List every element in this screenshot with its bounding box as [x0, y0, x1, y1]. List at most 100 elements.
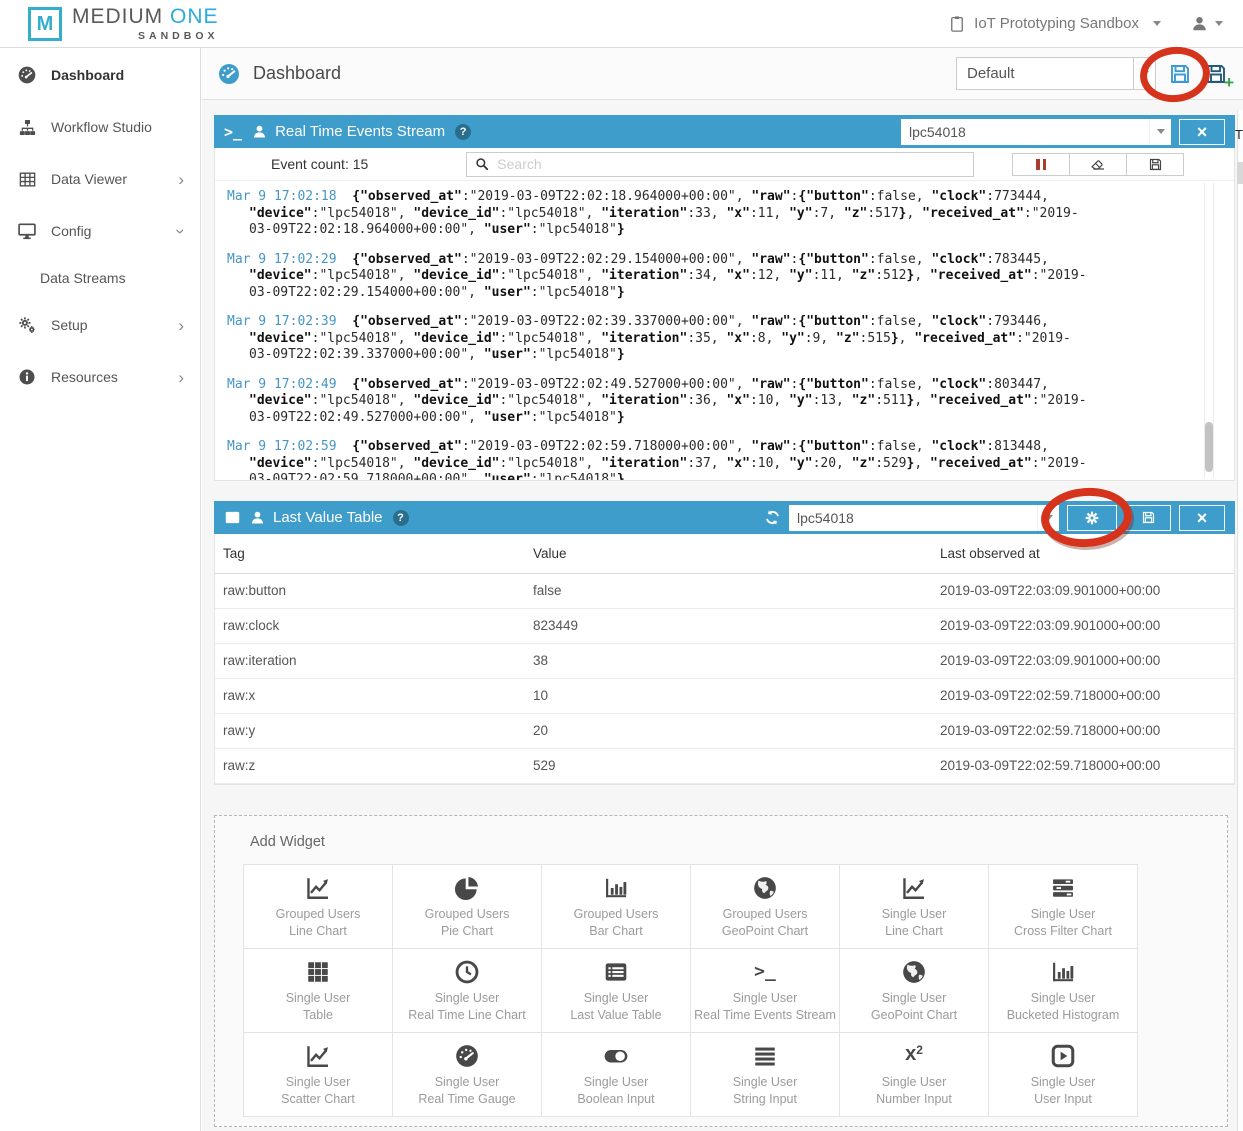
sidebar-item-data-viewer[interactable]: Data Viewer › — [0, 153, 200, 205]
widget-option-single-user-table[interactable]: Single UserTable — [243, 948, 393, 1033]
play-box-icon — [1050, 1043, 1076, 1069]
widget-option-single-user-scatter-chart[interactable]: Single UserScatter Chart — [243, 1032, 393, 1117]
table-settings-button[interactable] — [1067, 505, 1117, 531]
pause-stream-button[interactable] — [1012, 153, 1070, 176]
table-device-dropdown-button[interactable] — [1037, 505, 1059, 531]
brand-logo[interactable]: M MEDIUM ONE SANDBOX — [28, 5, 219, 42]
sidebar-item-data-streams[interactable]: Data Streams — [0, 257, 200, 299]
sidebar-item-label: Config — [51, 223, 91, 239]
refresh-icon[interactable] — [764, 509, 781, 526]
add-widget-panel: Add Widget Grouped UsersLine ChartGroupe… — [214, 815, 1228, 1127]
table-row: raw:buttonfalse2019-03-09T22:03:09.90100… — [215, 573, 1234, 608]
dashboard-preset-dropdown-button[interactable] — [1134, 57, 1156, 90]
add-widget-title: Add Widget — [250, 834, 1227, 850]
table-device-filter-input[interactable] — [789, 505, 1037, 531]
close-table-widget-button[interactable]: × — [1179, 505, 1225, 531]
widget-option-single-user-user-input[interactable]: Single UserUser Input — [988, 1032, 1138, 1117]
workspace-selector[interactable]: IoT Prototyping Sandbox — [948, 15, 1161, 33]
widget-option-single-user-geopoint-chart[interactable]: Single UserGeoPoint Chart — [839, 948, 989, 1033]
line-chart-icon — [305, 1043, 331, 1069]
last-observed-cell: 2019-03-09T22:02:59.718000+00:00 — [932, 678, 1234, 713]
help-icon[interactable]: ? — [393, 510, 409, 526]
cross-filter-icon — [1050, 875, 1076, 901]
widget-option-single-user-real-time-gauge[interactable]: Single UserReal Time Gauge — [392, 1032, 542, 1117]
table-grid-icon — [305, 959, 331, 985]
log-entry: Mar 9 17:02:18 {"observed_at":"2019-03-0… — [227, 189, 1093, 239]
list-table-icon — [603, 959, 629, 985]
scrollbar-thumb[interactable] — [1205, 422, 1213, 472]
gears-icon — [14, 315, 40, 335]
events-stream-widget: >_ Real Time Events Stream ? × Event cou… — [214, 115, 1235, 481]
widget-option-user-type: Single User — [882, 907, 947, 921]
sidebar-item-setup[interactable]: Setup › — [0, 299, 200, 351]
table-row: raw:iteration382019-03-09T22:03:09.90100… — [215, 643, 1234, 678]
plus-icon: + — [1224, 73, 1234, 93]
value-cell: 10 — [525, 678, 932, 713]
save-table-button[interactable] — [1125, 505, 1171, 531]
stream-device-dropdown-button[interactable] — [1149, 119, 1171, 145]
chevron-right-icon: › — [178, 171, 184, 188]
widget-option-single-user-line-chart[interactable]: Single UserLine Chart — [839, 864, 989, 949]
pie-chart-icon — [454, 875, 480, 901]
log-timestamp: Mar 9 17:02:29 — [227, 252, 337, 267]
widget-option-grouped-users-geopoint-chart[interactable]: Grouped UsersGeoPoint Chart — [690, 864, 840, 949]
chevron-right-icon: › — [178, 317, 184, 334]
search-input[interactable] — [497, 156, 965, 172]
close-stream-widget-button[interactable]: × — [1179, 119, 1225, 145]
user-icon — [252, 124, 267, 139]
widget-option-single-user-bucketed-histogram[interactable]: Single UserBucketed Histogram — [988, 948, 1138, 1033]
logo-letter: M — [37, 13, 54, 36]
help-icon[interactable]: ? — [455, 124, 471, 140]
stream-device-filter-input[interactable] — [901, 119, 1149, 145]
widget-option-single-user-last-value-table[interactable]: Single UserLast Value Table — [541, 948, 691, 1033]
event-count: Event count: 15 — [271, 156, 368, 172]
dashboard-preset-input[interactable] — [956, 57, 1134, 90]
widget-option-single-user-number-input[interactable]: x2Single UserNumber Input — [839, 1032, 989, 1117]
chevron-down-icon — [1045, 515, 1053, 520]
number-input-icon: x2 — [905, 1043, 923, 1069]
widget-option-name: Bar Chart — [589, 924, 643, 938]
sitemap-icon — [14, 118, 40, 137]
sidebar: Dashboard Workflow Studio Data Viewer › … — [0, 48, 201, 1131]
last-observed-cell: 2019-03-09T22:03:09.901000+00:00 — [932, 573, 1234, 608]
save-stream-button[interactable] — [1126, 153, 1184, 176]
chevron-down-icon — [1157, 129, 1165, 134]
save-dashboard-as-new-icon[interactable]: + — [1204, 62, 1228, 86]
widget-option-grouped-users-line-chart[interactable]: Grouped UsersLine Chart — [243, 864, 393, 949]
chevron-down-icon — [1215, 21, 1223, 26]
dashboard-bar: Dashboard + — [202, 48, 1243, 100]
widget-option-single-user-string-input[interactable]: Single UserString Input — [690, 1032, 840, 1117]
user-menu[interactable] — [1191, 15, 1223, 32]
widget-option-grouped-users-pie-chart[interactable]: Grouped UsersPie Chart — [392, 864, 542, 949]
tag-cell: raw:z — [215, 748, 525, 783]
clear-stream-button[interactable] — [1069, 153, 1127, 176]
last-observed-cell: 2019-03-09T22:03:09.901000+00:00 — [932, 608, 1234, 643]
widget-option-name: Real Time Gauge — [418, 1092, 515, 1106]
sidebar-item-dashboard[interactable]: Dashboard — [0, 49, 200, 101]
chevron-down-icon: › — [173, 228, 190, 234]
value-cell: 20 — [525, 713, 932, 748]
sidebar-item-label: Resources — [51, 369, 118, 385]
page-title: Dashboard — [253, 63, 341, 84]
widget-option-grouped-users-bar-chart[interactable]: Grouped UsersBar Chart — [541, 864, 691, 949]
sidebar-item-resources[interactable]: Resources › — [0, 351, 200, 403]
widget-option-single-user-real-time-line-chart[interactable]: Single UserReal Time Line Chart — [392, 948, 542, 1033]
stream-search-box[interactable] — [466, 152, 974, 177]
close-icon: × — [1197, 509, 1208, 527]
monitor-icon — [14, 221, 40, 241]
clipped-scrollbar-fragment — [1237, 162, 1243, 184]
sidebar-subitem-label: Data Streams — [40, 270, 126, 286]
log-json: {"observed_at":"2019-03-09T22:02:39.3370… — [249, 314, 1071, 362]
terminal-icon: >_ — [754, 959, 776, 985]
sidebar-item-label: Workflow Studio — [51, 119, 152, 135]
widget-option-single-user-cross-filter-chart[interactable]: Single UserCross Filter Chart — [988, 864, 1138, 949]
sidebar-item-workflow-studio[interactable]: Workflow Studio — [0, 101, 200, 153]
value-cell: 529 — [525, 748, 932, 783]
sidebar-item-config[interactable]: Config › — [0, 205, 200, 257]
save-dashboard-icon[interactable] — [1168, 62, 1192, 86]
clipped-content-fragment — [1237, 110, 1243, 1131]
widget-option-user-type: Single User — [286, 991, 351, 1005]
widget-option-single-user-boolean-input[interactable]: Single UserBoolean Input — [541, 1032, 691, 1117]
table-icon — [14, 170, 40, 189]
widget-option-single-user-real-time-events-stream[interactable]: >_Single UserReal Time Events Stream — [690, 948, 840, 1033]
